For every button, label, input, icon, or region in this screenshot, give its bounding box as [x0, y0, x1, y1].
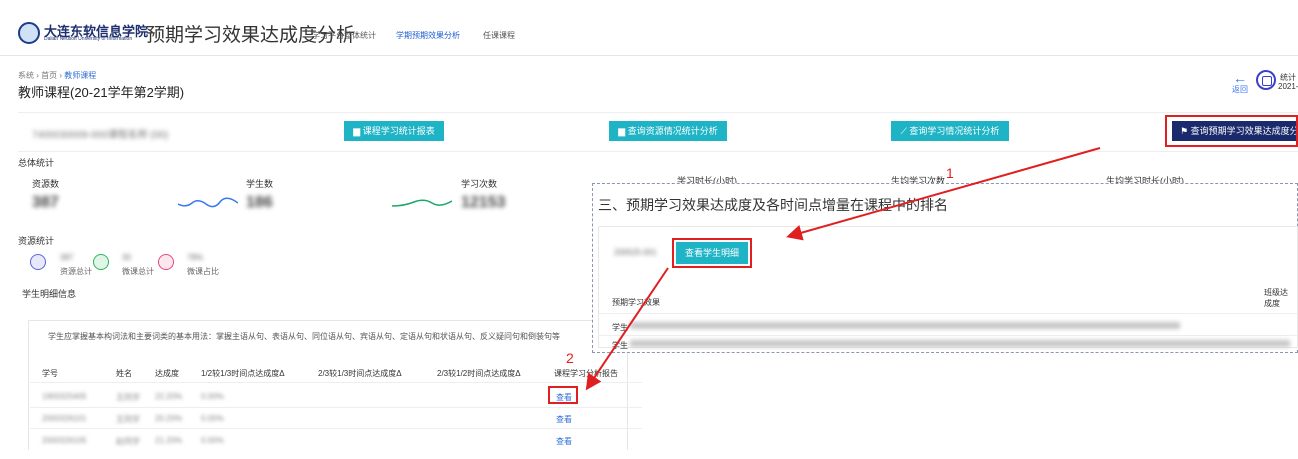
annotation-arrows [585, 147, 1101, 391]
annotation-number-1: 1 [946, 165, 954, 181]
annotation-number-2: 2 [566, 350, 574, 366]
